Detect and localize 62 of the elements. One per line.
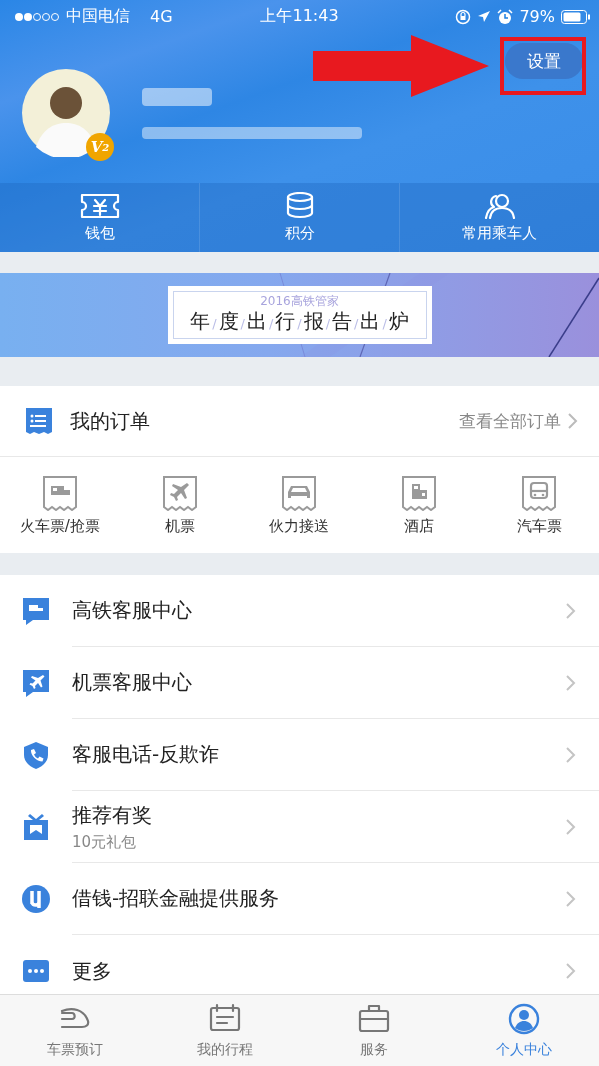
suitcase-icon xyxy=(357,1002,392,1035)
menu-title: 借钱-招联金融提供服务 xyxy=(72,885,280,912)
train-chat-icon xyxy=(21,596,51,626)
chevron-right-icon xyxy=(565,601,577,620)
shortcut-link[interactable]: 钱包 xyxy=(84,224,115,243)
menu-item[interactable]: 借钱-招联金融提供服务 xyxy=(0,863,599,935)
tab[interactable]: 个人中心 xyxy=(449,995,599,1066)
order-category[interactable]: 伙力接送 xyxy=(239,474,360,536)
menu-title: 客服电话-反欺诈 xyxy=(72,741,220,768)
carrier-name: 中国电信 xyxy=(66,6,130,27)
bus-ticket-icon xyxy=(521,474,558,511)
location-icon xyxy=(477,9,492,24)
car-ticket-icon xyxy=(281,474,318,511)
order-category[interactable]: 火车票/抢票 xyxy=(0,474,120,536)
hotel-ticket-icon xyxy=(401,474,438,511)
battery-percent: 79% xyxy=(519,7,555,26)
menu-title: 机票客服中心 xyxy=(72,669,192,696)
battery-icon xyxy=(561,9,591,24)
order-category[interactable]: 汽车票 xyxy=(479,474,599,536)
menu-subtitle: 10元礼包 xyxy=(72,832,138,852)
avatar-icon xyxy=(22,69,110,157)
menu-item[interactable]: 更多 xyxy=(0,935,599,994)
order-list-icon xyxy=(24,406,54,436)
rotation-lock-icon xyxy=(455,8,472,25)
menu-title: 推荐有奖 xyxy=(72,801,152,829)
plane-chat-icon xyxy=(21,668,51,698)
banner-caption: 2016高铁管家 xyxy=(260,293,339,308)
network-type: 4G xyxy=(150,7,173,26)
alarm-icon xyxy=(497,8,514,25)
settings-button[interactable]: 设置 xyxy=(505,43,583,79)
tab[interactable]: 我的行程 xyxy=(149,995,300,1066)
chevron-right-icon xyxy=(565,962,577,980)
shortcut-link[interactable]: 积分 xyxy=(284,224,315,243)
banner-title: 年/度/出/行/报/告/出/炉 xyxy=(190,307,409,335)
view-all-link[interactable]: 查看全部订单 xyxy=(459,409,579,433)
blurred-name-drawing xyxy=(142,86,212,108)
phone-shield-icon xyxy=(21,740,51,770)
signal-icon xyxy=(14,11,60,22)
tab[interactable]: 服务 xyxy=(299,995,450,1066)
banner[interactable]: 2016高铁管家 年/度/出/行/报/告/出/炉 xyxy=(0,273,599,357)
wallet-icon xyxy=(79,192,120,220)
menu-item[interactable]: 客服电话-反欺诈 xyxy=(0,719,599,791)
person-icon xyxy=(507,1002,542,1035)
section-title: 我的订单 xyxy=(70,407,151,435)
train-ticket-icon xyxy=(41,474,78,511)
chevron-right-icon xyxy=(565,889,577,908)
menu-title: 高铁客服中心 xyxy=(72,597,192,624)
chevron-right-icon xyxy=(567,412,579,430)
chevron-right-icon xyxy=(565,817,577,836)
shortcut-link[interactable]: 常用乘车人 xyxy=(462,224,537,243)
menu-item[interactable]: 高铁客服中心 xyxy=(0,575,599,647)
plane-ticket-icon xyxy=(161,474,198,511)
menu-title: 更多 xyxy=(72,957,112,985)
chevron-right-icon xyxy=(565,745,577,764)
order-category[interactable]: 酒店 xyxy=(359,474,480,536)
clock-time: 上午11:43 xyxy=(260,6,339,27)
chevron-right-icon xyxy=(565,673,577,692)
order-category[interactable]: 机票 xyxy=(119,474,240,536)
tab[interactable]: 车票预订 xyxy=(0,995,150,1066)
menu-item[interactable]: 机票客服中心 xyxy=(0,647,599,719)
loan-icon xyxy=(21,884,51,914)
menu-item[interactable]: 推荐有奖 10元礼包 xyxy=(0,791,599,863)
